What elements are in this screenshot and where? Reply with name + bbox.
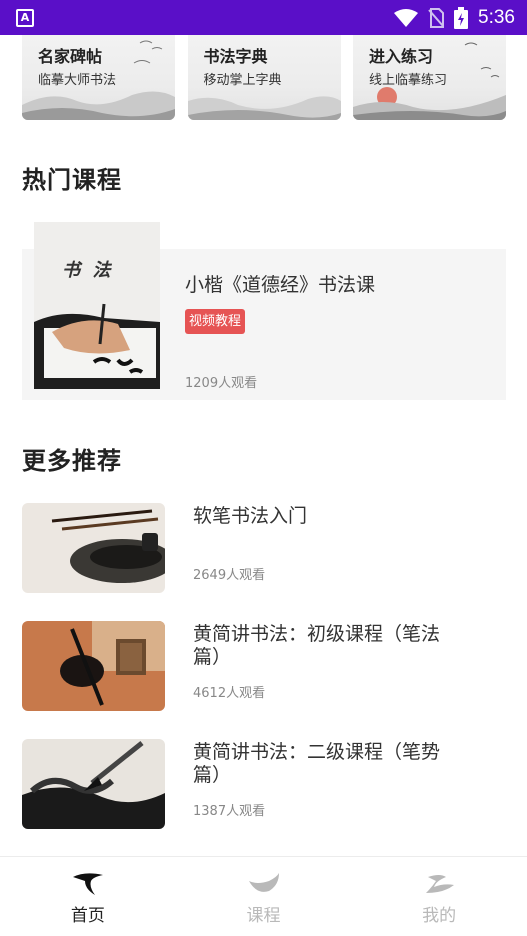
nav-tab-profile[interactable]: 我的 <box>351 857 527 936</box>
bottom-navigation: 首页 课程 我的 <box>0 856 527 936</box>
course-thumbnail[interactable] <box>22 503 165 593</box>
card-subtitle: 线上临摹练习 <box>369 73 448 88</box>
course-views: 4612人观看 <box>193 686 266 701</box>
nav-tab-courses[interactable]: 课程 <box>176 857 352 936</box>
status-bar: A 5:36 <box>0 0 527 35</box>
course-brush-icon <box>248 873 279 892</box>
video-tutorial-badge: 视频教程 <box>185 309 246 334</box>
home-brush-icon <box>72 873 103 895</box>
list-item[interactable]: 黄简讲书法：初级课程（笔法篇） 4612人观看 <box>22 621 506 711</box>
status-time: 5:36 <box>478 6 515 28</box>
hot-course-views: 1209人观看 <box>185 376 258 391</box>
no-sim-icon <box>428 7 445 28</box>
hot-course-cover[interactable]: 书 法 <box>34 222 160 389</box>
course-title[interactable]: 黄简讲书法：初级课程（笔法篇） <box>193 623 463 669</box>
course-thumbnail[interactable] <box>22 621 165 711</box>
card-subtitle: 临摹大师书法 <box>38 73 117 88</box>
feature-cards: 名家碑帖 临摹大师书法 书法字典 移动掌上字典 进入练习 线上临摹练习 <box>22 35 506 120</box>
section-title-more-recommend: 更多推荐 <box>22 447 122 475</box>
app-notification-icon: A <box>16 8 34 27</box>
course-title[interactable]: 软笔书法入门 <box>193 505 463 528</box>
inkstone-photo <box>22 503 165 593</box>
brush-and-scroll-photo <box>22 621 165 711</box>
hot-course-title[interactable]: 小楷《道德经》书法课 <box>185 270 375 297</box>
nav-label: 课程 <box>246 906 281 926</box>
course-title[interactable]: 黄简讲书法：二级课程（笔势篇） <box>193 741 463 787</box>
card-title: 进入练习 <box>369 47 434 66</box>
card-famous-rubbings[interactable]: 名家碑帖 临摹大师书法 <box>22 35 175 120</box>
card-title: 书法字典 <box>203 47 268 66</box>
section-title-hot-courses: 热门课程 <box>22 166 122 194</box>
card-calligraphy-dictionary[interactable]: 书法字典 移动掌上字典 <box>187 35 341 120</box>
nav-tab-home[interactable]: 首页 <box>0 857 176 936</box>
course-views: 1387人观看 <box>193 804 266 819</box>
list-item[interactable]: 黄简讲书法：二级课程（笔势篇） 1387人观看 <box>22 739 506 829</box>
card-enter-practice[interactable]: 进入练习 线上临摹练习 <box>353 35 506 120</box>
calligraphy-photo <box>34 303 160 389</box>
card-title: 名家碑帖 <box>38 47 103 66</box>
course-views: 2649人观看 <box>193 568 266 583</box>
profile-brush-icon <box>426 875 455 893</box>
list-item[interactable]: 软笔书法入门 2649人观看 <box>22 503 506 593</box>
course-thumbnail[interactable] <box>22 739 165 829</box>
nav-label: 首页 <box>70 906 105 926</box>
nav-label: 我的 <box>422 906 457 926</box>
card-subtitle: 移动掌上字典 <box>203 73 282 88</box>
battery-charging-icon <box>454 6 469 29</box>
ink-brush-photo <box>22 739 165 829</box>
wifi-icon <box>394 8 419 27</box>
